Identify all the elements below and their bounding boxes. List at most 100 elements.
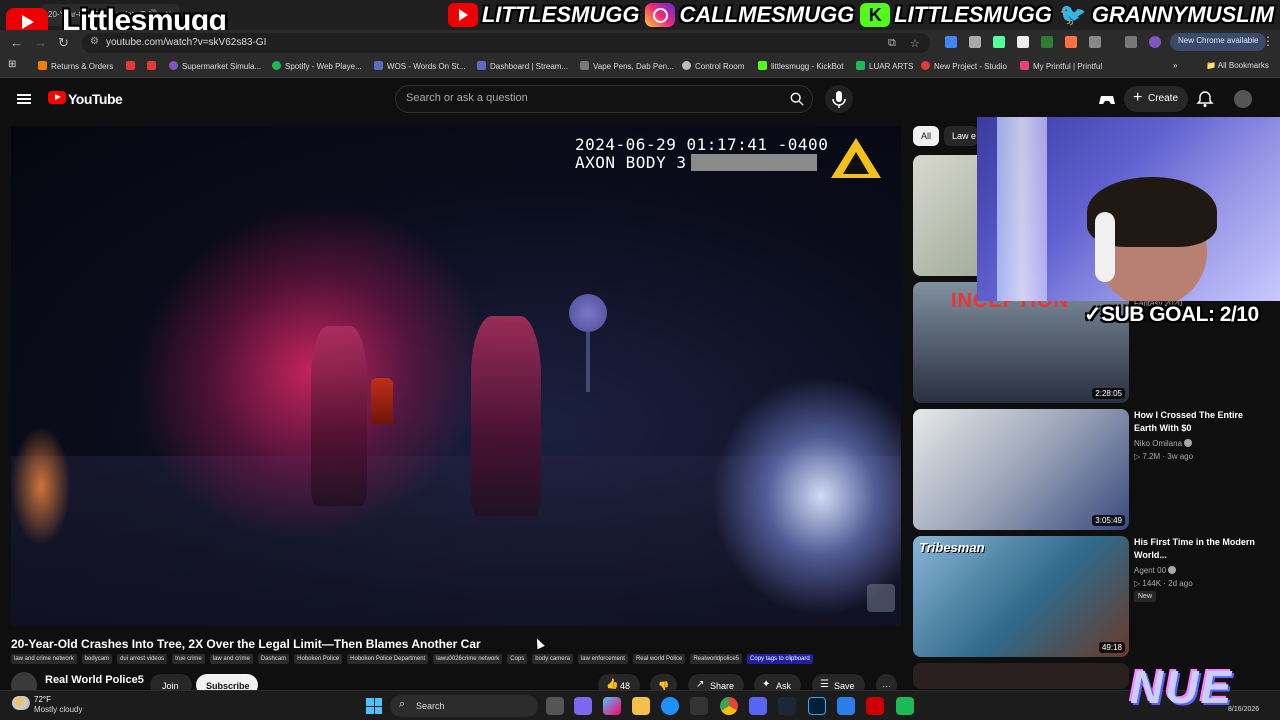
bookmark-item[interactable]: WOS - Words On St... (374, 61, 466, 71)
discord-icon[interactable] (749, 697, 767, 715)
video-tag[interactable]: law enforcement (577, 654, 628, 664)
filter-chip-all[interactable]: All (913, 126, 940, 146)
back-arrow-icon[interactable]: ← (10, 35, 23, 50)
taskbar-search[interactable]: ⌕ Search (390, 695, 538, 717)
bookmark-item[interactable] (147, 61, 160, 71)
channel-watermark-icon[interactable] (867, 584, 895, 612)
bookmark-label: Returns & Orders (51, 62, 114, 71)
bookmark-item[interactable]: Control Room (682, 61, 744, 71)
edge-icon[interactable] (661, 697, 679, 715)
bookmark-item[interactable]: Supermarket Simula... (169, 61, 261, 71)
store-icon[interactable] (690, 697, 708, 715)
video-tag[interactable]: Realworldpolice5 (690, 654, 743, 664)
thumbnail-text: Tribesman (919, 540, 985, 555)
bookmark-item[interactable]: Dashboard | Stream... (477, 61, 568, 71)
bookmark-item[interactable] (126, 61, 139, 71)
recommended-title[interactable]: How I Crossed The Entire Earth With $0 (1134, 409, 1258, 435)
channel-name[interactable]: Real World Police5 (45, 674, 144, 686)
gamepad-icon[interactable] (1098, 90, 1116, 108)
chrome-menu-icon[interactable]: ⋮ (1262, 34, 1274, 48)
file-explorer-icon[interactable] (632, 697, 650, 715)
video-tag[interactable]: law and crime network (11, 654, 77, 664)
bookmark-item[interactable]: LUAR ARTS (856, 61, 913, 71)
youtube-logo-icon[interactable] (48, 91, 66, 104)
video-tag[interactable]: Cops (507, 654, 528, 664)
voice-search-button[interactable] (825, 85, 853, 113)
bookmark-item[interactable]: Vape Pens, Dab Pen... (580, 61, 674, 71)
youtube-wordmark[interactable]: YouTube (68, 91, 123, 107)
filter-chip-law[interactable]: Law e (944, 126, 978, 146)
extension-icon[interactable] (1041, 36, 1053, 48)
address-bar[interactable]: ⚙ youtube.com/watch?v=skV62s83-GI ⧉ ☆ (82, 33, 930, 53)
all-bookmarks-folder[interactable]: 📁 All Bookmarks (1206, 61, 1269, 70)
teams-icon[interactable] (574, 697, 592, 715)
create-button[interactable]: + Create (1124, 86, 1188, 112)
app-icon[interactable] (866, 697, 884, 715)
recommended-thumbnail[interactable] (913, 663, 1129, 689)
notifications-bell-icon[interactable] (1196, 90, 1214, 108)
reload-icon[interactable]: ↻ (58, 35, 69, 51)
video-tag[interactable]: lawu0026crime network (433, 654, 503, 664)
bookmark-favicon-icon (374, 61, 383, 70)
photoshop-icon[interactable] (808, 697, 826, 715)
bookmark-star-icon[interactable]: ☆ (910, 37, 920, 50)
extension-icon[interactable] (1017, 36, 1029, 48)
site-info-icon[interactable]: ⚙ (90, 36, 99, 47)
weather-cloud-icon[interactable] (12, 696, 30, 710)
channel-label: Niko Omilana (1134, 439, 1183, 448)
video-tag[interactable]: true crime (172, 654, 205, 664)
extension-icon[interactable] (993, 36, 1005, 48)
install-icon[interactable]: ⧉ (888, 37, 896, 50)
extension-icon[interactable] (1065, 36, 1077, 48)
weather-description[interactable]: Mostly cloudy (34, 705, 82, 714)
extensions-puzzle-icon[interactable] (1089, 36, 1101, 48)
video-tag[interactable]: dui arrest videos (117, 654, 168, 664)
extension-icon[interactable] (969, 36, 981, 48)
notepad-icon[interactable] (837, 697, 855, 715)
account-avatar[interactable] (1234, 90, 1252, 108)
search-box[interactable] (395, 85, 813, 113)
menu-hamburger-icon[interactable] (17, 94, 31, 104)
reading-list-icon[interactable] (1125, 36, 1137, 48)
webcam-overlay (977, 117, 1280, 301)
new-chrome-available-button[interactable]: New Chrome available (1170, 33, 1267, 51)
weather-temperature[interactable]: 72°F (34, 695, 51, 704)
recommended-thumbnail[interactable]: 3:05:49 (913, 409, 1129, 530)
extension-icon[interactable] (945, 36, 957, 48)
video-tag[interactable]: Hoboken Police Department (347, 654, 429, 664)
app-icon[interactable] (896, 697, 914, 715)
profile-avatar-icon[interactable] (1149, 36, 1161, 48)
search-input[interactable] (406, 92, 766, 104)
recommended-thumbnail[interactable]: Tribesman 49:18 (913, 536, 1129, 657)
chrome-icon[interactable] (720, 697, 738, 715)
social-handle-twitter: GRANNYMUSLIM (1091, 2, 1274, 27)
video-tag[interactable]: Hoboken Police (294, 654, 343, 664)
recommended-channel[interactable]: Niko Omilana (1134, 437, 1193, 450)
more-bookmarks-chevron-icon[interactable]: » (1173, 61, 1177, 70)
bookmark-item[interactable]: Spotify - Web Playe... (272, 61, 362, 71)
video-tag[interactable]: law and crime (209, 654, 253, 664)
bookmark-label: Control Room (695, 62, 745, 71)
recommended-channel[interactable]: Agent 00 (1134, 564, 1177, 577)
copy-tags-button[interactable]: Copy tags to clipboard (747, 654, 813, 664)
recommended-title[interactable]: His First Time in the Modern World... (1134, 536, 1258, 562)
upload-age: 2d ago (1168, 579, 1193, 588)
bookmark-item[interactable]: New Project - Studio (921, 61, 1007, 71)
bookmark-item[interactable]: Returns & Orders (38, 61, 113, 71)
video-tag[interactable]: Dashcam (257, 654, 290, 664)
all-bookmarks-label: All Bookmarks (1217, 61, 1269, 70)
copilot-icon[interactable] (603, 697, 621, 715)
video-tag[interactable]: Real world Police (632, 654, 686, 664)
video-glow (11, 426, 71, 546)
forward-arrow-icon[interactable]: → (34, 35, 47, 50)
windows-start-icon[interactable] (366, 698, 382, 714)
video-tag[interactable]: bodycam (81, 654, 113, 664)
search-icon[interactable] (790, 92, 804, 106)
bookmark-item[interactable]: littlesmugg - KickBot (758, 61, 843, 71)
steam-icon[interactable] (778, 697, 796, 715)
apps-grid-icon[interactable]: ⊞ (8, 59, 16, 70)
task-view-icon[interactable] (546, 697, 564, 715)
bookmark-item[interactable]: My Printful | Printful (1020, 61, 1102, 71)
video-tag[interactable]: body camera (532, 654, 573, 664)
video-player[interactable]: 2024-06-29 01:17:41 -0400 AXON BODY 3 (11, 126, 901, 626)
